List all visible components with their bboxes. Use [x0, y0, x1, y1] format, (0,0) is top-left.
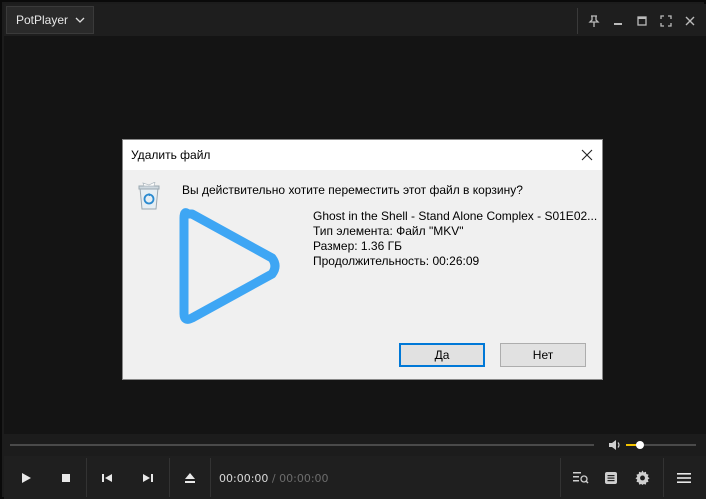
eject-button[interactable]: [170, 456, 210, 499]
pin-icon[interactable]: [582, 9, 606, 33]
potplayer-window: PotPlayer Удалить файл Вы действительно …: [0, 0, 706, 499]
time-display: 00:00:00 / 00:00:00: [219, 472, 329, 485]
eject-icon: [185, 472, 195, 483]
settings-button[interactable]: [622, 456, 662, 499]
file-type: Тип элемента: Файл "MKV": [313, 224, 464, 238]
dialog-close-icon[interactable]: [572, 140, 602, 170]
close-icon[interactable]: [678, 9, 702, 33]
yes-button[interactable]: Да: [399, 343, 485, 367]
chevron-down-icon: [75, 15, 85, 25]
seek-bar[interactable]: [10, 444, 594, 446]
dialog-title: Удалить файл: [131, 148, 211, 162]
stop-button[interactable]: [46, 456, 86, 499]
titlebar-divider: [577, 8, 578, 34]
control-divider: [210, 458, 211, 497]
volume-slider[interactable]: [626, 441, 696, 449]
file-duration: Продолжительность: 00:26:09: [313, 254, 480, 268]
play-icon: [22, 472, 31, 483]
dialog-question: Вы действительно хотите переместить этот…: [182, 183, 523, 197]
gear-icon: [634, 470, 650, 485]
titlebar: PotPlayer: [4, 4, 706, 36]
file-size: Размер: 1.36 ГБ: [313, 239, 402, 253]
next-button[interactable]: [128, 456, 168, 499]
no-button[interactable]: Нет: [500, 343, 586, 367]
window-controls: [577, 8, 702, 34]
speaker-icon[interactable]: [608, 439, 622, 451]
play-overlay-icon: [179, 208, 280, 324]
playlist-icon: [605, 471, 617, 484]
next-icon: [143, 473, 153, 482]
time-separator: /: [271, 472, 276, 485]
previous-button[interactable]: [87, 456, 127, 499]
dialog-titlebar: Удалить файл: [123, 140, 602, 170]
maximize-icon[interactable]: [630, 9, 654, 33]
previous-icon: [102, 473, 112, 482]
file-name: Ghost in the Shell - Stand Alone Complex…: [313, 209, 598, 223]
recycle-bin-icon: [137, 181, 161, 215]
list-search-icon: [573, 471, 589, 484]
volume-knob[interactable]: [636, 441, 644, 449]
fullscreen-icon[interactable]: [654, 9, 678, 33]
app-menu-button[interactable]: PotPlayer: [6, 6, 94, 34]
file-details: Ghost in the Shell - Stand Alone Complex…: [313, 209, 597, 269]
play-button[interactable]: [6, 456, 46, 499]
minimize-icon[interactable]: [606, 9, 630, 33]
stop-icon: [62, 473, 70, 482]
control-bar: 00:00:00 / 00:00:00: [4, 456, 706, 499]
app-name: PotPlayer: [16, 13, 69, 27]
main-menu-button[interactable]: [664, 456, 704, 499]
hamburger-icon: [677, 472, 691, 483]
total-time: 00:00:00: [279, 472, 329, 485]
seek-row: [4, 434, 706, 456]
current-time: 00:00:00: [219, 472, 269, 485]
